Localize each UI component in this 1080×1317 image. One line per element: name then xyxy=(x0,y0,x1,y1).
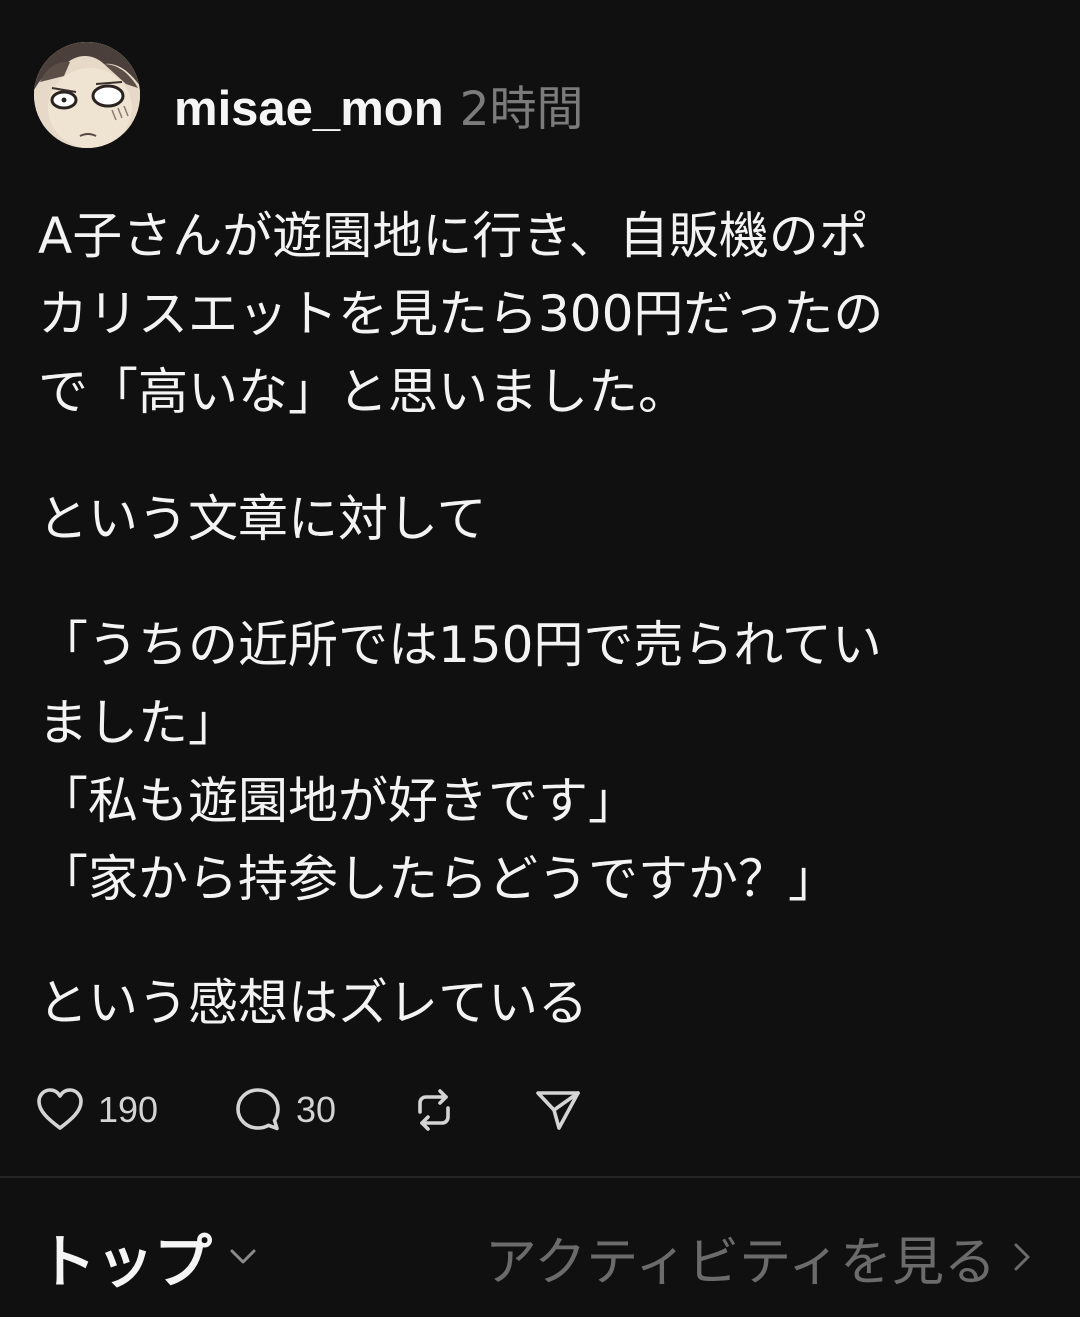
avatar[interactable] xyxy=(34,42,140,148)
reply-count: 30 xyxy=(296,1089,337,1130)
view-activity-link[interactable]: アクティビティを見る xyxy=(484,1222,1034,1293)
avatar-illustration xyxy=(34,42,140,148)
post-timestamp: 2時間 xyxy=(459,82,584,137)
post-text-line: A子さんが遊園地に行き、自販機のポ xyxy=(38,207,869,265)
post-text-line: カリスエットを見たら300円だったの xyxy=(38,285,884,343)
repost-button[interactable] xyxy=(408,1078,460,1142)
post-text-line: 「うちの近所では150円で売られてい xyxy=(38,616,882,674)
speech-bubble-icon xyxy=(236,1088,280,1131)
heart-icon xyxy=(37,1088,83,1130)
sort-label: トップ xyxy=(38,1228,213,1296)
post-text-line: という感想はズレている xyxy=(38,974,588,1032)
post-paragraph: という文章に対して xyxy=(38,480,1048,558)
share-button[interactable] xyxy=(532,1078,584,1142)
view-activity-label: アクティビティを見る xyxy=(484,1232,996,1293)
post-paragraph: という感想はズレている xyxy=(38,964,1048,1042)
like-count: 190 xyxy=(98,1089,159,1130)
like-button[interactable]: 190 xyxy=(34,1078,158,1142)
username[interactable]: misae_mon xyxy=(174,81,444,137)
post-text-line: という文章に対して xyxy=(38,490,487,548)
post-actions: 190 30 xyxy=(0,1078,1080,1142)
reply-button[interactable]: 30 xyxy=(232,1078,336,1142)
thread-post: misae_mon 2時間 A子さんが遊園地に行き、自販機のポ カリスエットを見… xyxy=(0,0,1080,1176)
post-text-line: で「高いな」と思いました。 xyxy=(38,363,688,421)
repost-icon xyxy=(418,1089,450,1131)
send-icon xyxy=(536,1091,580,1130)
post-text-line: 「私も遊園地が好きです」 xyxy=(38,772,638,830)
sort-selector[interactable]: トップ xyxy=(38,1222,260,1296)
chevron-down-icon xyxy=(230,1249,256,1264)
footer-bar: トップ アクティビティを見る xyxy=(0,1178,1080,1317)
post-text-line: 「家から持参したらどうですか？」 xyxy=(38,850,838,908)
post-paragraph: A子さんが遊園地に行き、自販機のポ カリスエットを見たら300円だったの で「高… xyxy=(38,197,1048,431)
post-paragraph: 「うちの近所では150円で売られてい ました」 「私も遊園地が好きです」 「家か… xyxy=(38,606,1048,918)
chevron-right-icon xyxy=(1014,1243,1030,1271)
post-text-line: ました」 xyxy=(38,694,238,752)
post-header: misae_mon 2時間 xyxy=(174,70,584,140)
